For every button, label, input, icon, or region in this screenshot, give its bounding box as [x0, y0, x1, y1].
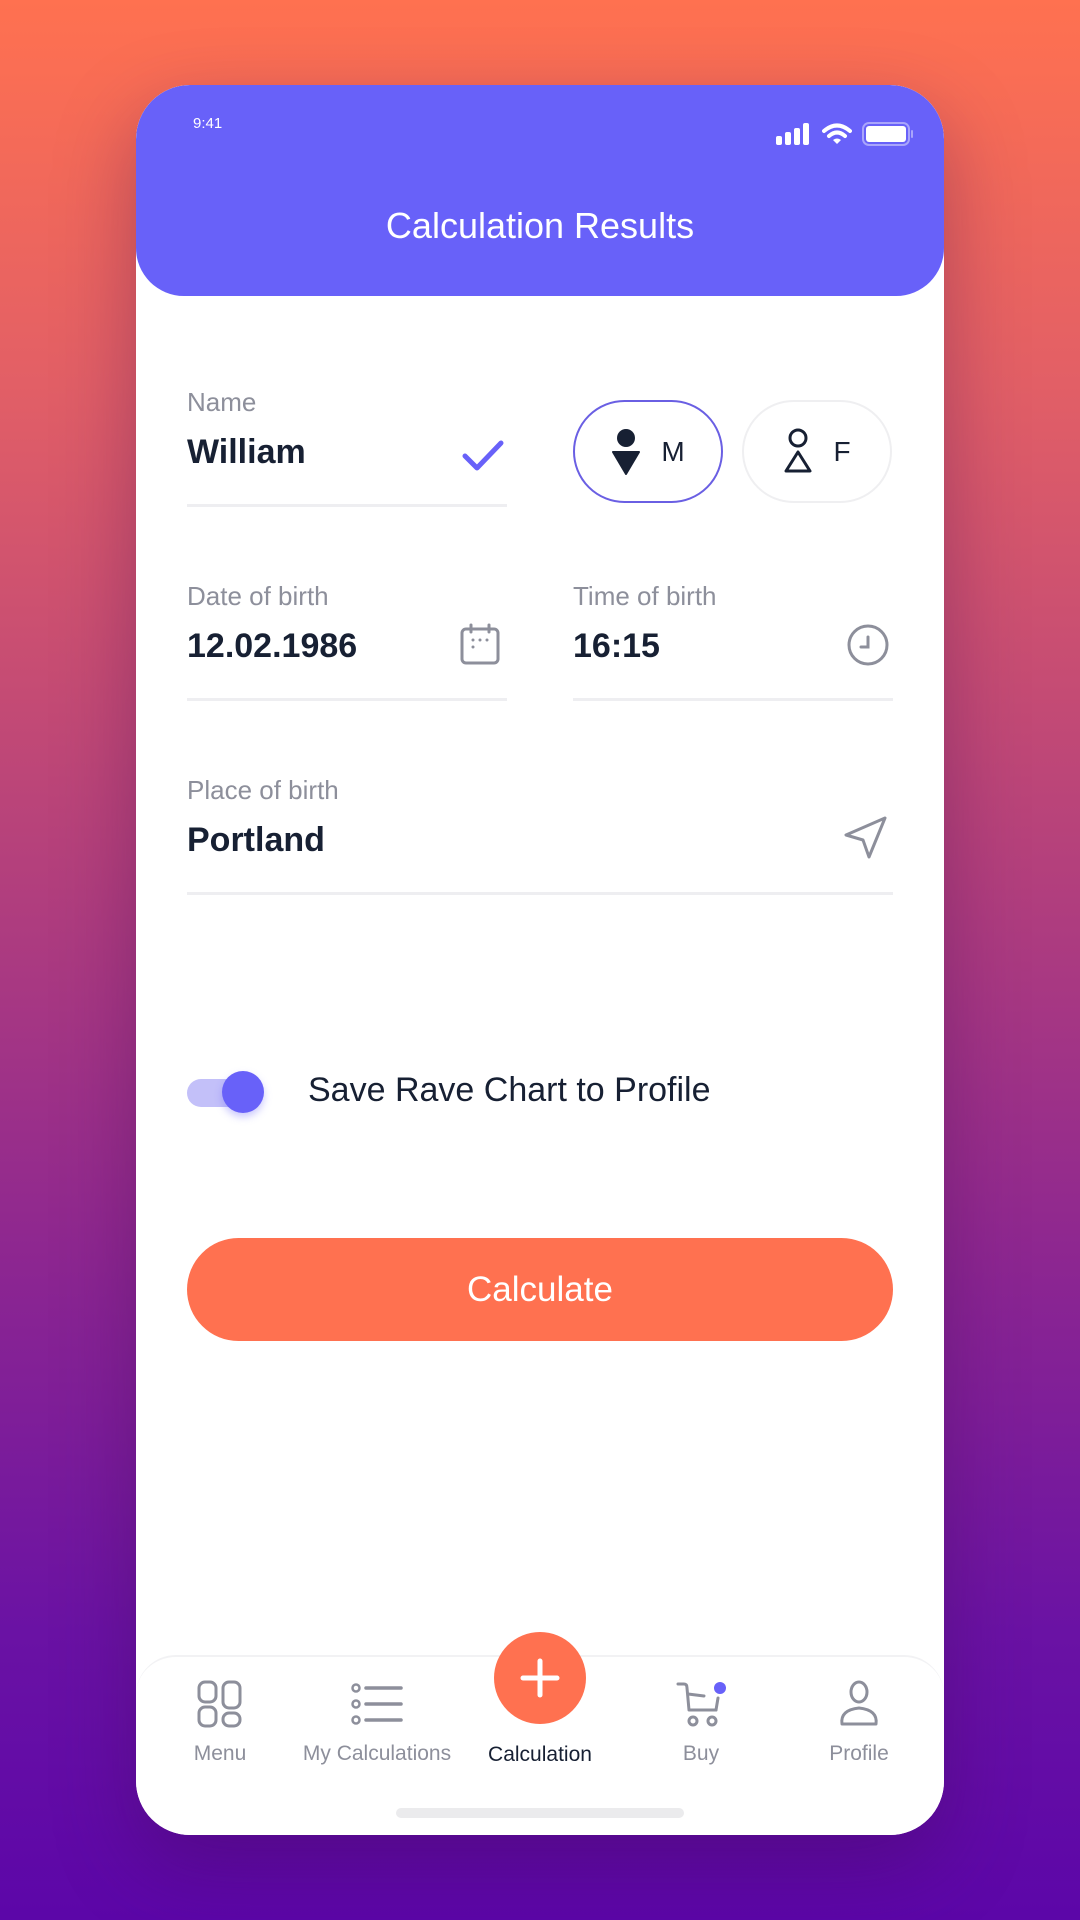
calculate-button[interactable]: Calculate	[187, 1238, 893, 1341]
name-value[interactable]: William	[187, 433, 306, 472]
time-of-birth-label: Time of birth	[573, 581, 717, 611]
grid-icon	[197, 1680, 242, 1728]
place-of-birth-field[interactable]: Place of birth Portland	[187, 775, 893, 895]
plus-icon	[520, 1658, 560, 1698]
tab-menu-label: Menu	[193, 1742, 247, 1765]
tab-calculation-fab[interactable]	[494, 1632, 586, 1724]
wifi-icon	[822, 123, 852, 144]
tab-calculation-label[interactable]: Calculation	[460, 1743, 620, 1767]
name-field[interactable]: Name William	[187, 387, 507, 507]
male-icon	[612, 428, 641, 475]
gender-female-label: F	[833, 435, 851, 467]
page-title: Calculation Results	[385, 205, 695, 246]
tab-buy-label: Buy	[682, 1742, 720, 1765]
date-of-birth-field[interactable]: Date of birth 12.02.1986	[187, 581, 507, 701]
battery-icon	[862, 122, 913, 146]
place-of-birth-underline	[187, 892, 893, 895]
gender-male-button[interactable]: M	[573, 400, 723, 503]
tab-my-calculations[interactable]: My Calculations	[297, 1678, 457, 1766]
header-bar: 9:41 Calculation Results	[136, 85, 944, 296]
save-chart-toggle[interactable]	[187, 1069, 267, 1115]
cellular-signal-icon	[776, 123, 809, 145]
status-time: 9:41	[193, 115, 223, 132]
time-of-birth-field[interactable]: Time of birth 16:15	[573, 581, 893, 701]
name-underline	[187, 504, 507, 507]
gender-female-button[interactable]: F	[742, 400, 892, 503]
female-icon	[784, 428, 812, 472]
date-of-birth-value[interactable]: 12.02.1986	[187, 627, 357, 666]
time-of-birth-underline	[573, 698, 893, 701]
place-of-birth-value[interactable]: Portland	[187, 821, 325, 860]
calendar-icon[interactable]	[460, 623, 500, 665]
toggle-knob	[222, 1071, 264, 1113]
date-of-birth-underline	[187, 698, 507, 701]
phone-screen: 9:41 Calculation Results Name William M …	[136, 85, 944, 1835]
place-of-birth-label: Place of birth	[187, 775, 339, 805]
time-of-birth-value[interactable]: 16:15	[573, 627, 660, 666]
tab-menu[interactable]: Menu	[140, 1678, 300, 1766]
tab-profile[interactable]: Profile	[779, 1678, 939, 1766]
clock-icon[interactable]	[846, 623, 890, 667]
checkmark-icon	[462, 440, 504, 471]
gender-male-label: M	[661, 435, 685, 467]
tab-buy[interactable]: Buy	[621, 1678, 781, 1766]
cart-icon	[676, 1682, 726, 1727]
tab-profile-label: Profile	[829, 1742, 889, 1765]
save-chart-label: Save Rave Chart to Profile	[308, 1071, 711, 1109]
list-icon	[351, 1683, 403, 1725]
user-icon	[840, 1680, 878, 1726]
location-arrow-icon[interactable]	[843, 815, 889, 861]
name-label: Name	[187, 387, 257, 417]
date-of-birth-label: Date of birth	[187, 581, 329, 611]
status-icons	[776, 122, 914, 146]
home-indicator[interactable]	[396, 1808, 684, 1818]
tab-my-calculations-label: My Calculations	[302, 1742, 452, 1765]
cart-badge	[714, 1682, 726, 1694]
